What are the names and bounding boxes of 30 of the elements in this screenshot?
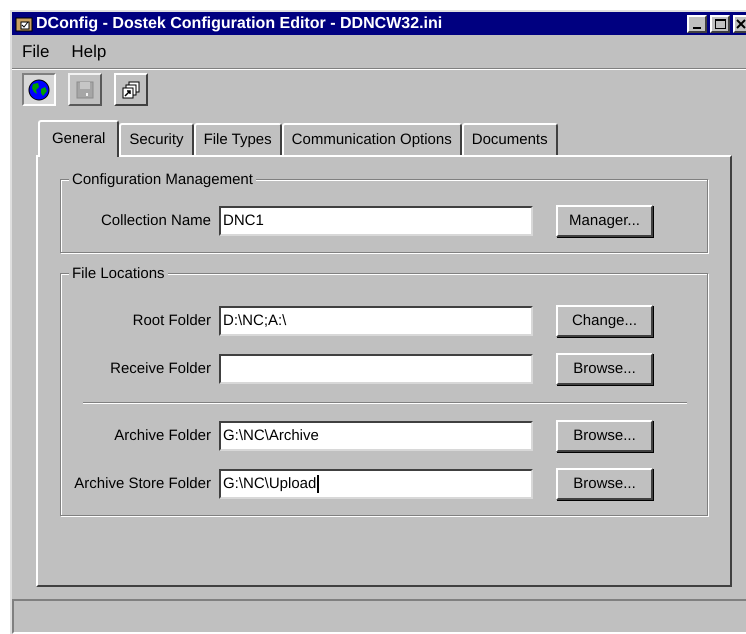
text-field[interactable]: G:\NC\Archive bbox=[219, 421, 533, 451]
tab[interactable]: General bbox=[38, 120, 120, 157]
window-title: DConfig - Dostek Configuration Editor - DDNCW32.ini bbox=[36, 14, 442, 34]
tab[interactable]: File Types bbox=[194, 123, 282, 155]
dialog-button[interactable]: Browse... bbox=[556, 420, 653, 452]
maximize-button[interactable] bbox=[710, 14, 730, 32]
field-label: Receive Folder bbox=[109, 358, 212, 379]
text-field[interactable]: G:\NC\Upload bbox=[219, 469, 533, 499]
dialog-button[interactable]: Browse... bbox=[556, 353, 653, 385]
tab[interactable]: Documents bbox=[462, 123, 558, 155]
menu-item[interactable]: Help bbox=[63, 38, 114, 64]
text-field[interactable]: D:\NC;A:\ bbox=[219, 306, 533, 336]
text-field[interactable] bbox=[219, 354, 533, 384]
field-label: Root Folder bbox=[132, 310, 212, 331]
field-label: Archive Folder bbox=[113, 426, 212, 446]
app-icon bbox=[15, 16, 33, 32]
field-label: Archive Store Folder bbox=[73, 474, 212, 494]
toolbar-button[interactable] bbox=[22, 73, 56, 106]
minimize-button[interactable] bbox=[687, 14, 707, 32]
field-label: Collection Name bbox=[100, 210, 212, 231]
stacked-windows-icon bbox=[121, 80, 141, 100]
globe-icon bbox=[28, 78, 50, 100]
menu-item[interactable]: File bbox=[14, 38, 58, 64]
tab[interactable]: Security bbox=[119, 123, 194, 155]
close-button[interactable] bbox=[733, 14, 746, 32]
dialog-button[interactable]: Manager... bbox=[556, 205, 653, 237]
dialog-button[interactable]: Change... bbox=[556, 305, 653, 337]
dialog-button[interactable]: Browse... bbox=[556, 468, 653, 500]
text-field[interactable]: DNC1 bbox=[219, 206, 533, 236]
tab[interactable]: Communication Options bbox=[282, 123, 462, 155]
